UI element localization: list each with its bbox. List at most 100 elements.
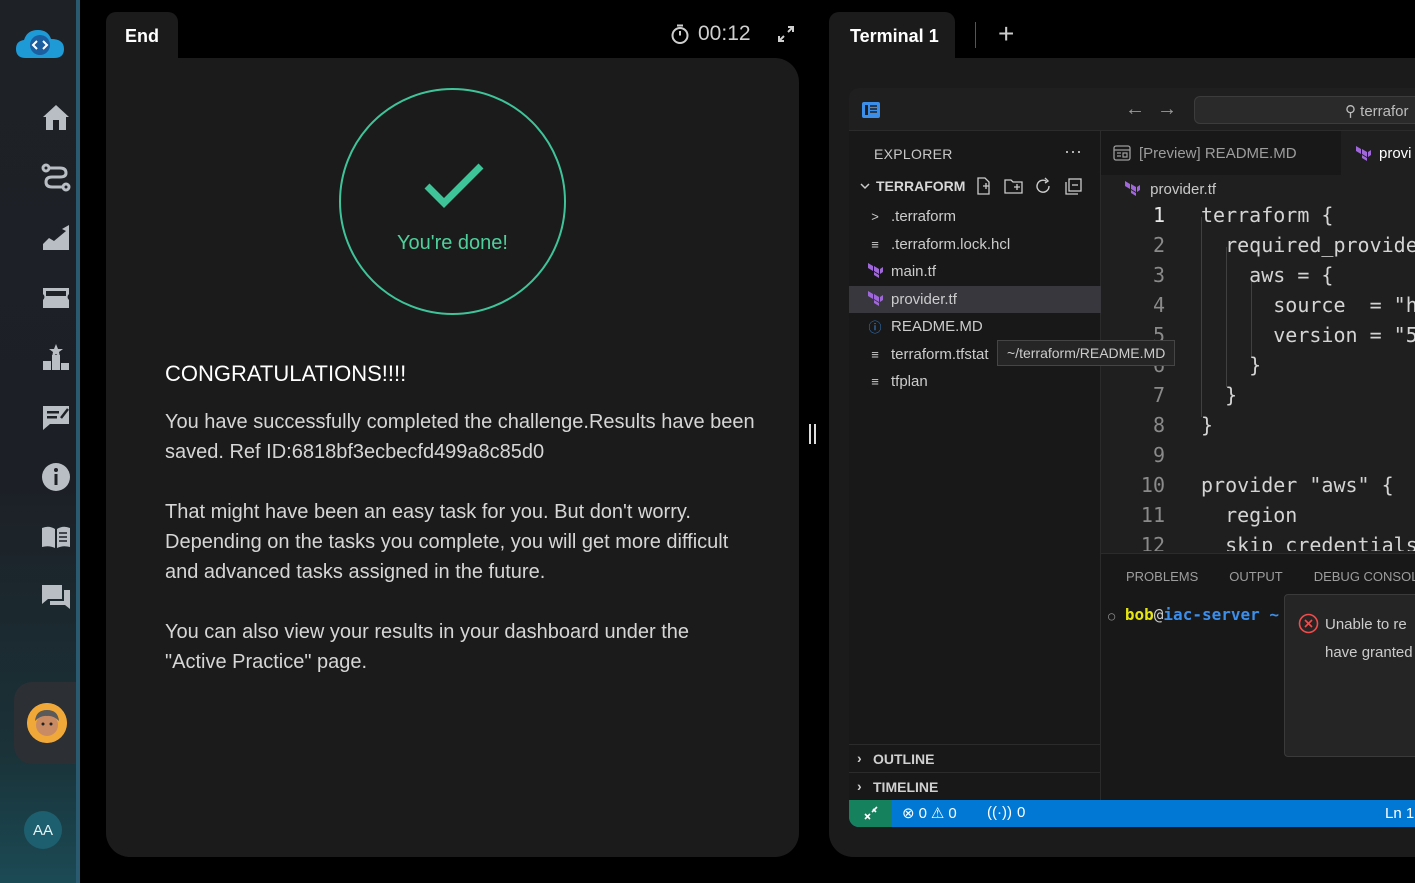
ticket-icon[interactable] bbox=[38, 279, 74, 315]
project-folder[interactable]: TERRAFORM bbox=[859, 178, 965, 194]
more-actions-icon[interactable]: ··· bbox=[1064, 141, 1082, 162]
warning-count-icon: ⚠ bbox=[930, 805, 945, 822]
challenge-timer: 00:12 bbox=[670, 22, 751, 46]
home-icon[interactable] bbox=[38, 99, 74, 135]
breadcrumb[interactable]: provider.tf bbox=[1124, 180, 1216, 198]
ports-status[interactable]: ((·)) 0 bbox=[987, 804, 1025, 821]
chevron-right-icon: › bbox=[857, 750, 862, 766]
text-file-icon: ≡ bbox=[871, 347, 879, 362]
file-name: .terraform.lock.hcl bbox=[891, 236, 1011, 253]
terraform-file-icon bbox=[1356, 146, 1371, 161]
terminal-prompt[interactable]: ○ bob@iac-server ~ bbox=[1108, 605, 1279, 624]
explorer-title: EXPLORER bbox=[874, 146, 953, 162]
sidebar-divider bbox=[76, 0, 80, 883]
code-line: } bbox=[1201, 383, 1238, 407]
tab-provider-tf[interactable]: provi bbox=[1341, 131, 1415, 175]
line-number: 2 bbox=[1152, 233, 1165, 257]
tab-readme-preview[interactable]: [Preview] README.MD bbox=[1113, 131, 1343, 175]
tab-end[interactable]: End bbox=[106, 12, 178, 58]
checkmark-icon bbox=[424, 163, 484, 208]
stopwatch-icon bbox=[671, 24, 689, 44]
text-file-icon: ≡ bbox=[871, 237, 879, 252]
code-line: terraform { bbox=[1201, 203, 1334, 227]
text-file-icon: ≡ bbox=[871, 374, 879, 389]
file-name: provider.tf bbox=[891, 291, 957, 308]
done-label: You're done! bbox=[397, 232, 508, 254]
progress-icon[interactable] bbox=[38, 219, 74, 255]
line-number: 7 bbox=[1152, 383, 1165, 407]
cloud-code-logo-icon[interactable] bbox=[14, 28, 66, 62]
timeline-section[interactable]: › TIMELINE bbox=[849, 772, 1101, 800]
command-search-input[interactable]: ⚲ terrafor bbox=[1194, 96, 1415, 124]
timeline-label: TIMELINE bbox=[873, 779, 939, 795]
code-line: source = "h bbox=[1201, 293, 1415, 317]
panel-resize-handle[interactable] bbox=[809, 424, 819, 446]
problems-status[interactable]: ⊗ 0 ⚠ 0 bbox=[902, 804, 957, 823]
search-text: terrafor bbox=[1360, 103, 1409, 120]
code-line: required_provide bbox=[1201, 233, 1415, 257]
tab-debug-console[interactable]: DEBUG CONSOLE bbox=[1314, 569, 1415, 584]
tab-problems[interactable]: PROBLEMS bbox=[1126, 569, 1198, 584]
book-icon[interactable] bbox=[38, 519, 74, 555]
info-icon[interactable] bbox=[38, 459, 74, 495]
back-arrow-icon[interactable]: ← bbox=[1125, 98, 1145, 121]
feedback-icon[interactable] bbox=[38, 399, 74, 435]
new-folder-icon[interactable] bbox=[1004, 177, 1024, 195]
fullscreen-icon[interactable] bbox=[776, 24, 796, 44]
line-number: 8 bbox=[1152, 413, 1165, 437]
cursor-position[interactable]: Ln 1, bbox=[1385, 805, 1415, 822]
title-bar: ← → ⚲ terrafor bbox=[849, 88, 1415, 131]
refresh-icon[interactable] bbox=[1034, 177, 1054, 195]
outline-section[interactable]: › OUTLINE bbox=[849, 744, 1101, 772]
file-item[interactable]: ≡ tfplan bbox=[849, 368, 1101, 395]
route-icon[interactable] bbox=[38, 159, 74, 195]
code-editor[interactable]: 1 terraform { 2 required_provide 3 aws =… bbox=[1101, 201, 1415, 551]
encouragement-paragraph: That might have been an easy task for yo… bbox=[165, 501, 729, 583]
panel-tabs: PROBLEMS OUTPUT DEBUG CONSOLE bbox=[1126, 569, 1415, 584]
remote-indicator-icon[interactable] bbox=[849, 800, 892, 827]
avatar[interactable] bbox=[27, 703, 67, 743]
terraform-file-icon bbox=[1125, 181, 1140, 196]
chevron-down-icon bbox=[860, 183, 870, 190]
code-line: } bbox=[1201, 353, 1262, 377]
info-file-icon: ⓘ bbox=[868, 320, 882, 335]
new-file-icon[interactable] bbox=[974, 177, 994, 195]
congratulations-heading: CONGRATULATIONS!!!! bbox=[165, 361, 407, 386]
leaderboard-icon[interactable] bbox=[38, 339, 74, 375]
file-item[interactable]: main.tf bbox=[849, 258, 1101, 285]
code-line: provider "aws" { bbox=[1201, 473, 1394, 497]
terraform-file-icon bbox=[867, 290, 883, 309]
app-sidebar: AA bbox=[0, 0, 78, 883]
file-name: README.MD bbox=[891, 318, 983, 335]
file-path-tooltip: ~/terraform/README.MD bbox=[997, 340, 1176, 366]
broadcast-icon: ((·)) bbox=[987, 804, 1012, 821]
project-actions bbox=[974, 177, 1084, 195]
line-number: 1 bbox=[1152, 203, 1165, 227]
status-bar: ⊗ 0 ⚠ 0 ((·)) 0 Ln 1, bbox=[849, 800, 1415, 827]
file-item[interactable]: ⓘ README.MD bbox=[849, 313, 1101, 340]
file-item[interactable]: > .terraform bbox=[849, 203, 1101, 230]
tab-terminal-1[interactable]: Terminal 1 bbox=[829, 12, 955, 58]
file-item-selected[interactable]: provider.tf bbox=[849, 286, 1101, 313]
forward-arrow-icon[interactable]: → bbox=[1157, 98, 1177, 121]
chat-icon[interactable] bbox=[38, 579, 74, 615]
file-item[interactable]: ≡ .terraform.lock.hcl bbox=[849, 231, 1101, 258]
tab-label: [Preview] README.MD bbox=[1139, 144, 1297, 162]
user-avatar-container bbox=[14, 682, 78, 764]
code-line: skip_credentials bbox=[1201, 533, 1415, 551]
code-line: version = "5 bbox=[1201, 323, 1415, 347]
tab-output[interactable]: OUTPUT bbox=[1229, 569, 1282, 584]
tab-separator bbox=[975, 22, 976, 48]
file-name: .terraform bbox=[891, 208, 957, 225]
editor-tabs: [Preview] README.MD provi bbox=[1101, 131, 1415, 175]
editor-logo-icon bbox=[861, 100, 881, 120]
line-number: 3 bbox=[1152, 263, 1165, 287]
warning-count: 0 bbox=[948, 804, 957, 822]
collapse-all-icon[interactable] bbox=[1064, 177, 1084, 195]
file-name: terraform.tfstat bbox=[891, 346, 989, 363]
add-terminal-button[interactable]: + bbox=[998, 18, 1014, 50]
notification-line: Unable to re bbox=[1325, 616, 1407, 633]
chevron-right-icon: › bbox=[857, 778, 862, 794]
user-initials-avatar[interactable]: AA bbox=[24, 811, 62, 849]
outline-label: OUTLINE bbox=[873, 751, 935, 767]
